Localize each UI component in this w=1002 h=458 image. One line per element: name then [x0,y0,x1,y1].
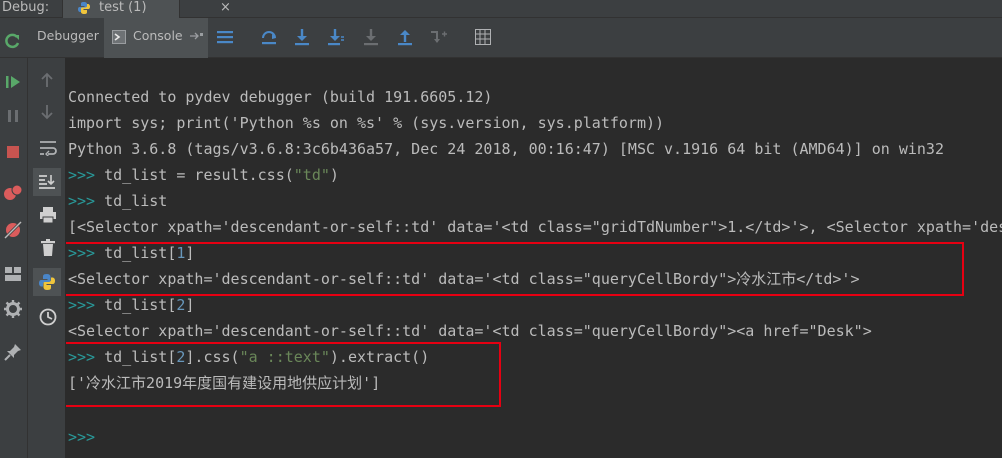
step-out-icon[interactable] [396,28,414,46]
resume-icon[interactable] [5,74,21,90]
console-input-prompt[interactable]: >>> [68,426,95,448]
step-into-my-code-icon[interactable] [327,28,345,46]
console-prompt: >>> [68,166,96,184]
console-output-line: [<Selector xpath='descendant-or-self::td… [68,218,1002,236]
pin-tab-icon[interactable] [190,32,204,44]
tab-debugger[interactable]: Debugger [37,28,99,44]
python-console-toggle[interactable] [33,268,61,296]
step-over-icon[interactable] [260,28,278,46]
step-into-icon[interactable] [293,28,311,46]
console-line-connected: Connected to pydev debugger (build 191.6… [68,88,493,106]
console-line-python-version: Python 3.6.8 (tags/v3.6.8:3c6b436a57, De… [68,140,944,158]
layout-icon[interactable] [4,266,22,282]
settings-gear-icon[interactable] [4,300,22,318]
tab-test-1[interactable]: test (1) × [62,0,231,18]
console-input-line: >>> td_list = result.css("td") [68,166,339,184]
stop-icon[interactable] [5,144,21,160]
rerun-icon[interactable] [4,32,22,50]
soft-wrap-icon[interactable] [39,140,57,156]
history-clock-icon[interactable] [39,308,57,326]
console-input-line: >>> td_list [68,192,168,210]
debug-actions-strip [0,58,28,458]
clear-all-trash-icon[interactable] [40,239,56,257]
arrow-up-icon[interactable] [40,72,54,88]
scroll-to-end-toggle[interactable] [33,168,61,196]
force-step-into-icon[interactable] [362,28,380,46]
print-icon[interactable] [39,206,57,224]
tab-console[interactable]: Console [104,18,208,58]
debug-tab-bar: Debug: test (1) × [0,0,1002,18]
console-actions-strip [28,58,66,458]
run-to-cursor-icon[interactable] [429,28,449,46]
tab-console-label: Console [133,28,183,43]
console-input-line: >>> td_list[2] [68,296,195,314]
console-prompt: >>> [68,192,96,210]
python-console-icon [39,274,55,290]
console-prompt: >>> [68,296,96,314]
mute-breakpoints-icon[interactable] [3,220,23,240]
evaluate-expression-icon[interactable] [475,29,491,45]
console-line-import: import sys; print('Python %s on %s' % (s… [68,114,665,132]
annotation-highlight-box [66,242,964,296]
view-breakpoints-icon[interactable] [3,184,23,202]
console-output[interactable]: Connected to pydev debugger (build 191.6… [66,58,1002,458]
pin-icon[interactable] [4,343,22,361]
tab-label: test (1) [99,0,147,15]
python-icon [78,2,90,14]
scroll-to-end-icon [39,175,55,189]
console-output-line: <Selector xpath='descendant-or-self::td'… [68,322,872,340]
debug-toolbar: Debugger Console [0,18,1002,58]
debug-label: Debug: [2,0,50,15]
annotation-highlight-box [66,342,501,407]
console-prompt: >>> [68,428,96,446]
menu-icon[interactable] [217,30,233,44]
console-icon [112,30,126,44]
arrow-down-icon[interactable] [40,104,54,120]
pause-icon[interactable] [5,108,21,124]
tab-close-icon[interactable]: × [220,0,231,15]
